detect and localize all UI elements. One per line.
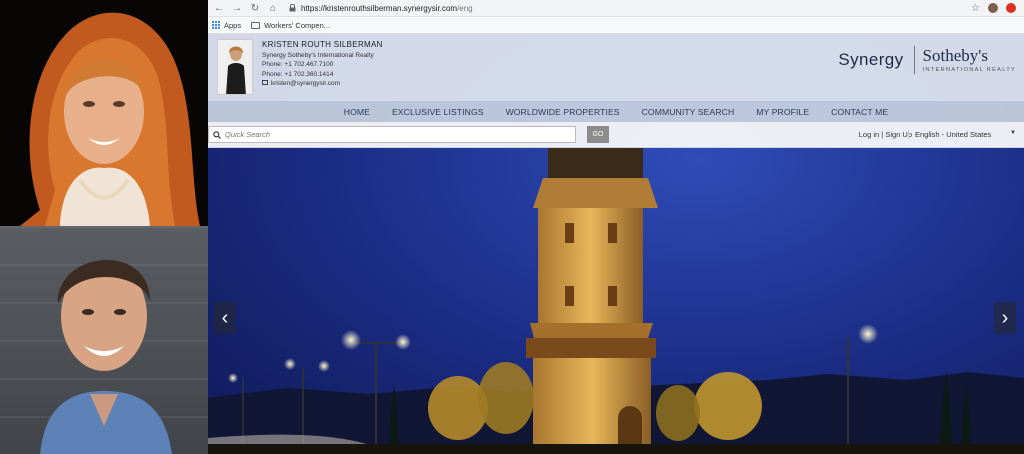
profile-avatar-icon[interactable] bbox=[988, 3, 998, 13]
nav-home[interactable]: HOME bbox=[344, 107, 370, 117]
apps-grid-icon bbox=[212, 21, 220, 29]
nav-worldwide-properties[interactable]: WORLDWIDE PROPERTIES bbox=[506, 107, 620, 117]
go-button[interactable]: GO bbox=[587, 126, 609, 143]
agent-email-row[interactable]: kristen@synergysir.com bbox=[262, 79, 383, 89]
auth-links: Log in | Sign Up bbox=[858, 130, 912, 139]
agent-name: KRISTEN ROUTH SILBERMAN bbox=[262, 40, 383, 49]
screenshot-root: ← → ↻ ⌂ https://kristenrouthsilberman.sy… bbox=[0, 0, 1024, 454]
lock-icon bbox=[288, 4, 296, 12]
language-select[interactable]: English - United States ▼ bbox=[908, 130, 1016, 139]
search-icon bbox=[213, 130, 221, 139]
extension-icon[interactable] bbox=[1006, 3, 1016, 13]
slider-next-button[interactable]: › bbox=[994, 302, 1016, 334]
slider-prev-button[interactable]: ‹ bbox=[214, 302, 236, 334]
back-icon[interactable]: ← bbox=[212, 1, 226, 15]
envelope-icon bbox=[262, 80, 268, 86]
agent-header: KRISTEN ROUTH SILBERMAN Synergy Sotheby'… bbox=[208, 34, 1024, 101]
bookmark-apps-label: Apps bbox=[224, 20, 242, 30]
folder-icon bbox=[251, 21, 261, 29]
agent-phone-2[interactable]: Phone: +1 702.360.1414 bbox=[262, 70, 383, 80]
search-bar: GO Log in | Sign Up English - United Sta… bbox=[208, 122, 1024, 148]
agent-phone-1[interactable]: Phone: +1 702.467.7100 bbox=[262, 60, 383, 70]
address-bar[interactable]: https://kristenrouthsilberman.synergysir… bbox=[288, 2, 965, 15]
hero-image-tower bbox=[208, 148, 1024, 454]
home-icon[interactable]: ⌂ bbox=[266, 1, 280, 15]
bookmark-workers-comp[interactable]: Workers' Compen... bbox=[251, 21, 330, 30]
quick-search-input[interactable] bbox=[225, 130, 565, 139]
toolbar: ← → ↻ ⌂ https://kristenrouthsilberman.sy… bbox=[208, 0, 1024, 17]
bookmark-apps[interactable]: Apps bbox=[212, 21, 241, 30]
brand-synergy: Synergy bbox=[838, 50, 904, 69]
brand-divider bbox=[913, 46, 915, 74]
agent-email[interactable]: kristen@synergysir.com bbox=[271, 80, 340, 87]
bookmark-star-icon[interactable]: ☆ bbox=[971, 3, 980, 14]
agent-contact-block: KRISTEN ROUTH SILBERMAN Synergy Sotheby'… bbox=[262, 40, 383, 89]
forward-icon[interactable]: → bbox=[230, 1, 244, 15]
quick-search-field[interactable] bbox=[208, 126, 576, 143]
caret-down-icon: ▼ bbox=[1010, 130, 1016, 136]
login-link[interactable]: Log in bbox=[859, 130, 879, 139]
website: KRISTEN ROUTH SILBERMAN Synergy Sotheby'… bbox=[208, 34, 1024, 454]
brand-sothebys-block: Sotheby's INTERNATIONAL REALTY bbox=[923, 47, 1016, 73]
bookmark-workers-label: Workers' Compen... bbox=[264, 20, 331, 30]
reload-icon[interactable]: ↻ bbox=[248, 1, 262, 15]
url-host: https://kristenrouthsilberman.synergysir… bbox=[301, 3, 458, 13]
nav-community-search[interactable]: COMMUNITY SEARCH bbox=[642, 107, 735, 117]
brand-logo[interactable]: Synergy Sotheby's INTERNATIONAL REALTY bbox=[838, 46, 1016, 74]
brand-subtitle: INTERNATIONAL REALTY bbox=[922, 67, 1016, 73]
photo-woman bbox=[0, 0, 208, 226]
agent-photo bbox=[217, 39, 253, 95]
brand-sothebys: Sotheby's bbox=[922, 46, 988, 65]
nav-my-profile[interactable]: MY PROFILE bbox=[756, 107, 809, 117]
nav-exclusive-listings[interactable]: EXCLUSIVE LISTINGS bbox=[392, 107, 484, 117]
bookmarks-bar: Apps Workers' Compen... bbox=[208, 17, 1024, 34]
main-nav: HOME EXCLUSIVE LISTINGS WORLDWIDE PROPER… bbox=[208, 101, 1024, 122]
browser-window: ← → ↻ ⌂ https://kristenrouthsilberman.sy… bbox=[208, 0, 1024, 454]
photo-man bbox=[0, 226, 208, 454]
agent-company: Synergy Sotheby's International Realty bbox=[262, 51, 374, 59]
url-path: /eng bbox=[457, 3, 473, 13]
nav-contact-me[interactable]: CONTACT ME bbox=[831, 107, 888, 117]
language-value: English - United States bbox=[915, 130, 992, 139]
